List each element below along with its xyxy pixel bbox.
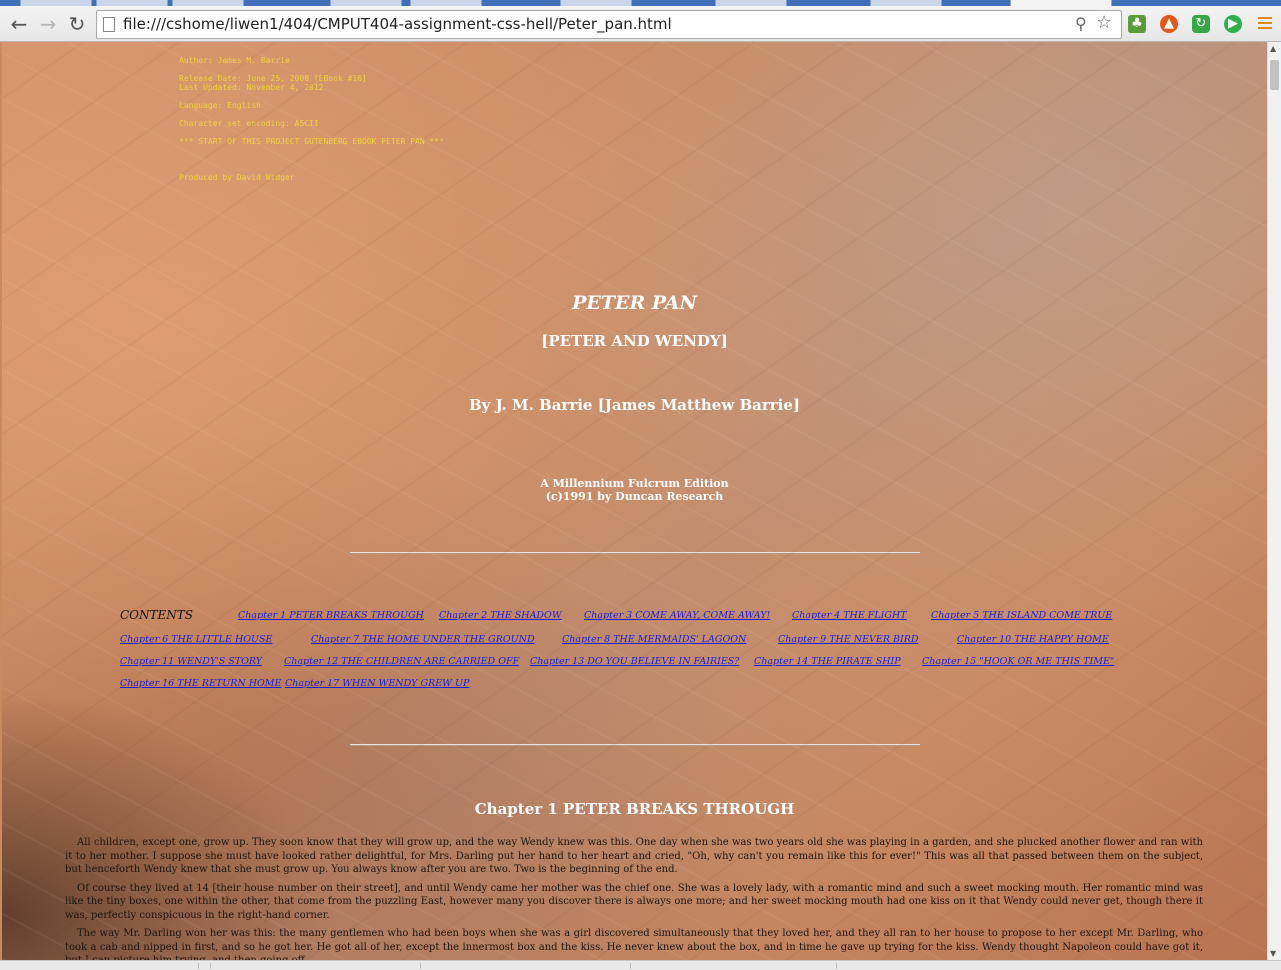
scroll-down-arrow-icon[interactable]: ▼	[1270, 949, 1276, 958]
gutenberg-producer: Produced by David Widger	[179, 173, 295, 182]
toc-link-chapter-3[interactable]: Chapter 3 COME AWAY, COME AWAY!	[584, 610, 770, 621]
book-subtitle: [PETER AND WENDY]	[541, 332, 728, 350]
chapter-heading: Chapter 1 PETER BREAKS THROUGH	[474, 800, 795, 818]
gutenberg-header: Author: James M. Barrie Release Date: Ju…	[179, 42, 444, 182]
toc-link-chapter-10[interactable]: Chapter 10 THE HAPPY HOME	[957, 634, 1109, 645]
toc-link-chapter-2[interactable]: Chapter 2 THE SHADOW	[439, 610, 562, 621]
status-divider	[210, 963, 211, 969]
scroll-thumb[interactable]	[1270, 60, 1279, 90]
extension-leaf-icon[interactable]: ♣	[1128, 15, 1146, 33]
gutenberg-author: Author: James M. Barrie	[179, 56, 290, 65]
toc-link-chapter-9[interactable]: Chapter 9 THE NEVER BIRD	[778, 634, 919, 645]
horizontal-rule	[350, 552, 920, 554]
edition-info: A Millennium Fulcrum Edition (c)1991 by …	[2, 477, 1267, 503]
gutenberg-encoding: Character set encoding: ASCII	[179, 119, 319, 128]
address-bar[interactable]: file:///cshome/liwen1/404/CMPUT404-assig…	[96, 10, 1122, 39]
toc-link-chapter-17[interactable]: Chapter 17 WHEN WENDY GREW UP	[285, 678, 469, 689]
paragraph: Of course they lived at 14 [their house …	[65, 882, 1203, 921]
toc-link-chapter-13[interactable]: Chapter 13 DO YOU BELIEVE IN FAIRIES?	[530, 656, 739, 667]
book-title: PETER PAN	[572, 292, 697, 314]
gutenberg-language: Language: English	[179, 101, 261, 110]
paragraph: All children, except one, grow up. They …	[65, 837, 1203, 875]
status-divider	[198, 963, 199, 969]
toc-link-chapter-11[interactable]: Chapter 11 WENDY'S STORY	[120, 656, 262, 667]
toc-link-chapter-4[interactable]: Chapter 4 THE FLIGHT	[792, 610, 907, 621]
horizontal-rule	[350, 744, 920, 746]
book-author: By J. M. Barrie [James Matthew Barrie]	[468, 396, 800, 414]
bookmark-star-icon[interactable]: ☆	[1096, 12, 1112, 33]
status-divider	[836, 963, 837, 969]
chapter-body: All children, except one, grow up. They …	[65, 836, 1203, 960]
edition-copyright: (c)1991 by Duncan Research	[545, 490, 724, 503]
contents-label: CONTENTS	[120, 608, 194, 622]
reload-icon[interactable]: ↻	[65, 12, 89, 36]
toc-link-chapter-15[interactable]: Chapter 15 "HOOK OR ME THIS TIME"	[922, 656, 1114, 667]
vertical-scrollbar[interactable]: ▲ ▼	[1267, 42, 1281, 960]
toc-link-chapter-16[interactable]: Chapter 16 THE RETURN HOME	[120, 678, 281, 689]
edition-name: A Millennium Fulcrum Edition	[540, 477, 729, 490]
status-divider	[630, 963, 631, 969]
page-viewport: Author: James M. Barrie Release Date: Ju…	[2, 42, 1267, 960]
page-icon	[103, 17, 115, 32]
extension-fire-icon[interactable]: ▲	[1160, 15, 1178, 33]
toc-link-chapter-5[interactable]: Chapter 5 THE ISLAND COME TRUE	[931, 610, 1112, 621]
extension-play-icon[interactable]: ▶	[1224, 15, 1242, 33]
extension-sync-icon[interactable]: ↻	[1192, 15, 1210, 33]
toc-link-chapter-12[interactable]: Chapter 12 THE CHILDREN ARE CARRIED OFF	[284, 656, 519, 667]
back-arrow-icon[interactable]: ←	[7, 12, 31, 36]
forward-arrow-icon[interactable]: →	[36, 12, 60, 36]
browser-toolbar: ← → ↻ file:///cshome/liwen1/404/CMPUT404…	[0, 6, 1281, 42]
paragraph: The way Mr. Darling won her was this: th…	[65, 928, 1203, 960]
toc-link-chapter-14[interactable]: Chapter 14 THE PIRATE SHIP	[754, 656, 901, 667]
menu-icon[interactable]	[1258, 17, 1272, 29]
status-divider	[420, 963, 421, 969]
scroll-up-arrow-icon[interactable]: ▲	[1270, 44, 1276, 53]
gutenberg-release: Release Date: June 25, 2008 [EBook #16] …	[179, 74, 367, 92]
toc-link-chapter-8[interactable]: Chapter 8 THE MERMAIDS' LAGOON	[562, 634, 746, 645]
gutenberg-start-marker: *** START OF THIS PROJECT GUTENBERG EBOO…	[179, 137, 444, 146]
toc-link-chapter-6[interactable]: Chapter 6 THE LITTLE HOUSE	[120, 634, 272, 645]
toc-link-chapter-1[interactable]: Chapter 1 PETER BREAKS THROUGH	[238, 610, 424, 621]
zoom-icon[interactable]: ⚲	[1075, 14, 1087, 33]
toc-link-chapter-7[interactable]: Chapter 7 THE HOME UNDER THE GROUND	[311, 634, 535, 645]
url-text[interactable]: file:///cshome/liwen1/404/CMPUT404-assig…	[123, 15, 672, 33]
